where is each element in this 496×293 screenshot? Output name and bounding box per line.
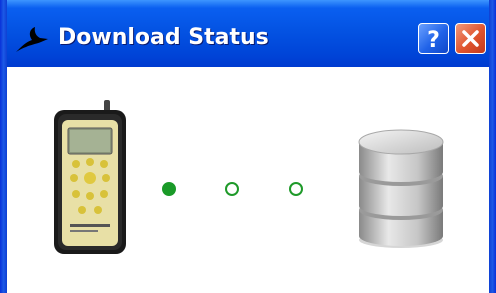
window-frame-left (0, 0, 7, 293)
database-stack-icon (358, 129, 444, 248)
progress-step-2-pending (225, 182, 239, 196)
svg-text:?: ? (427, 28, 440, 53)
window-title: Download Status (58, 25, 269, 50)
progress-step-1-complete (162, 182, 176, 196)
download-status-window: Download Status ? (0, 0, 496, 293)
close-x-icon (462, 30, 479, 47)
handheld-meter-device-icon (54, 100, 126, 254)
title-bar[interactable]: Download Status ? (0, 0, 496, 67)
progress-step-3-pending (289, 182, 303, 196)
window-frame-right (489, 0, 496, 293)
close-button[interactable] (455, 23, 486, 54)
swallow-bird-icon (16, 27, 48, 52)
help-question-icon: ? (427, 28, 440, 53)
help-button[interactable]: ? (418, 23, 449, 54)
